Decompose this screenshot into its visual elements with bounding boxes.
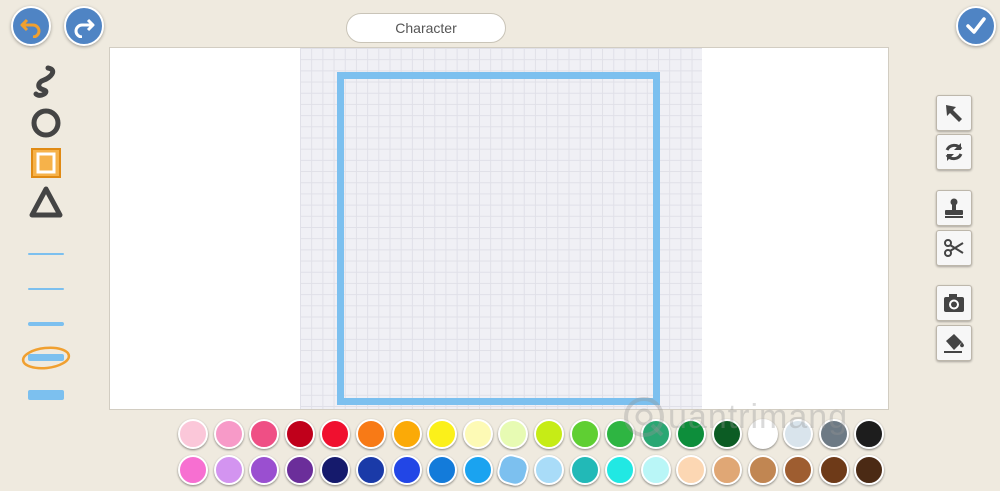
color-swatch[interactable] [747,419,778,449]
color-swatch[interactable] [427,455,458,485]
color-swatch[interactable] [462,419,493,449]
color-swatch[interactable] [494,451,532,489]
undo-arrow-icon [20,18,41,38]
color-swatch[interactable] [391,419,422,449]
costume-name-field[interactable]: Character [346,13,506,43]
color-swatch[interactable] [178,455,208,485]
color-swatch[interactable] [640,455,671,485]
color-swatch[interactable] [605,455,636,485]
select-arrow-icon [946,105,962,122]
color-swatch[interactable] [355,455,386,485]
color-swatch[interactable] [533,419,564,449]
sprite-rectangle[interactable] [337,72,660,405]
cut-tool-button[interactable] [936,230,972,266]
color-swatch[interactable] [569,455,600,485]
color-swatch[interactable] [498,419,529,449]
stamp-icon [945,198,963,218]
rectangle-tool[interactable] [28,145,64,181]
checkmark-icon [966,17,986,34]
paint-canvas[interactable] [109,47,889,410]
color-swatch[interactable] [711,419,742,449]
brush-icon [33,65,56,98]
color-swatch[interactable] [213,455,244,485]
color-swatch[interactable] [605,419,636,449]
triangle-icon [29,186,63,218]
circle-tool[interactable] [28,105,64,141]
color-swatch[interactable] [569,419,600,449]
color-palette-row-2 [178,451,890,489]
select-tool-button[interactable] [936,95,972,131]
line-width-1[interactable] [28,253,64,255]
color-swatch[interactable] [676,455,707,485]
paint-bucket-icon [944,334,964,353]
color-swatch[interactable] [284,455,315,485]
color-swatch[interactable] [640,419,671,449]
redo-button[interactable] [64,6,104,46]
camera-tool-button[interactable] [936,285,972,321]
color-swatch[interactable] [854,419,885,449]
color-swatch[interactable] [249,455,280,485]
color-swatch[interactable] [533,455,564,485]
fill-tool-button[interactable] [936,325,972,361]
color-swatch[interactable] [818,419,849,449]
color-swatch[interactable] [213,419,244,449]
line-width-3[interactable] [28,322,64,326]
color-swatch[interactable] [178,419,208,449]
color-swatch[interactable] [391,455,422,485]
color-swatch[interactable] [284,419,315,449]
color-swatch[interactable] [355,419,386,449]
line-width-5[interactable] [28,390,64,400]
drawing-grid[interactable] [300,48,702,409]
color-swatch[interactable] [249,419,280,449]
rectangle-icon [31,148,61,178]
undo-button[interactable] [11,6,51,46]
color-swatch[interactable] [676,419,707,449]
camera-icon [944,294,964,312]
color-swatch[interactable] [711,455,742,485]
circle-icon [31,108,61,138]
line-width-2[interactable] [28,288,64,290]
color-swatch[interactable] [462,455,493,485]
color-swatch[interactable] [818,455,849,485]
color-swatch[interactable] [747,455,778,485]
rotate-icon [945,143,963,161]
color-swatch[interactable] [320,419,351,449]
scissors-icon [944,239,964,257]
color-swatch[interactable] [854,455,885,485]
brush-tool[interactable] [28,64,64,100]
done-button[interactable] [956,6,996,46]
triangle-tool[interactable] [28,184,64,220]
color-swatch[interactable] [783,455,814,485]
stamp-tool-button[interactable] [936,190,972,226]
redo-arrow-icon [74,18,95,38]
color-swatch[interactable] [783,419,814,449]
color-swatch[interactable] [320,455,351,485]
selected-width-highlight-icon [21,346,71,370]
color-swatch[interactable] [427,419,458,449]
rotate-tool-button[interactable] [936,134,972,170]
color-palette-row-1 [178,419,890,449]
